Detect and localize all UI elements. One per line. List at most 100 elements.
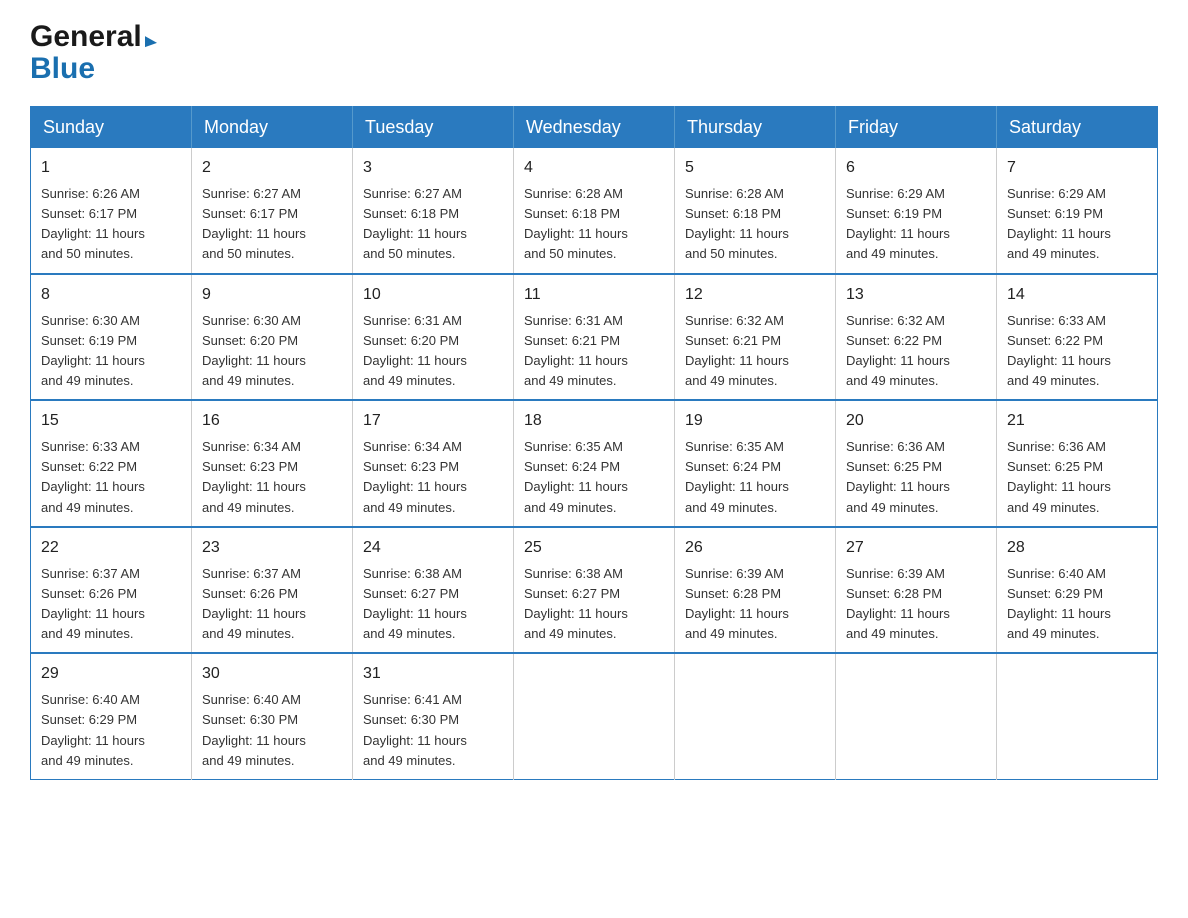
weekday-header-wednesday: Wednesday — [514, 107, 675, 149]
day-number: 25 — [524, 536, 664, 560]
calendar-cell: 31 Sunrise: 6:41 AMSunset: 6:30 PMDayligh… — [353, 653, 514, 779]
calendar-week-4: 22 Sunrise: 6:37 AMSunset: 6:26 PMDayligh… — [31, 527, 1158, 654]
day-info: Sunrise: 6:26 AMSunset: 6:17 PMDaylight:… — [41, 184, 181, 265]
calendar-cell: 28 Sunrise: 6:40 AMSunset: 6:29 PMDayligh… — [997, 527, 1158, 654]
day-info: Sunrise: 6:36 AMSunset: 6:25 PMDaylight:… — [1007, 437, 1147, 518]
calendar-cell: 9 Sunrise: 6:30 AMSunset: 6:20 PMDaylight… — [192, 274, 353, 401]
day-info: Sunrise: 6:40 AMSunset: 6:29 PMDaylight:… — [1007, 564, 1147, 645]
day-number: 31 — [363, 662, 503, 686]
calendar-cell: 21 Sunrise: 6:36 AMSunset: 6:25 PMDayligh… — [997, 400, 1158, 527]
day-number: 1 — [41, 156, 181, 180]
day-info: Sunrise: 6:41 AMSunset: 6:30 PMDaylight:… — [363, 690, 503, 771]
day-number: 12 — [685, 283, 825, 307]
calendar-cell: 2Sunrise: 6:27 AMSunset: 6:17 PMDaylight… — [192, 148, 353, 274]
weekday-header-friday: Friday — [836, 107, 997, 149]
logo-blue-text: Blue — [30, 52, 95, 86]
day-info: Sunrise: 6:27 AMSunset: 6:18 PMDaylight:… — [363, 184, 503, 265]
day-number: 2 — [202, 156, 342, 180]
day-info: Sunrise: 6:30 AMSunset: 6:20 PMDaylight:… — [202, 311, 342, 392]
day-info: Sunrise: 6:28 AMSunset: 6:18 PMDaylight:… — [685, 184, 825, 265]
day-info: Sunrise: 6:36 AMSunset: 6:25 PMDaylight:… — [846, 437, 986, 518]
weekday-header-monday: Monday — [192, 107, 353, 149]
day-info: Sunrise: 6:38 AMSunset: 6:27 PMDaylight:… — [363, 564, 503, 645]
day-info: Sunrise: 6:37 AMSunset: 6:26 PMDaylight:… — [41, 564, 181, 645]
day-info: Sunrise: 6:40 AMSunset: 6:29 PMDaylight:… — [41, 690, 181, 771]
day-number: 23 — [202, 536, 342, 560]
calendar-week-2: 8Sunrise: 6:30 AMSunset: 6:19 PMDaylight… — [31, 274, 1158, 401]
day-info: Sunrise: 6:38 AMSunset: 6:27 PMDaylight:… — [524, 564, 664, 645]
day-number: 14 — [1007, 283, 1147, 307]
calendar-cell: 19Sunrise: 6:35 AMSunset: 6:24 PMDayligh… — [675, 400, 836, 527]
calendar-cell: 7 Sunrise: 6:29 AMSunset: 6:19 PMDaylight… — [997, 148, 1158, 274]
day-info: Sunrise: 6:40 AMSunset: 6:30 PMDaylight:… — [202, 690, 342, 771]
calendar-cell: 24 Sunrise: 6:38 AMSunset: 6:27 PMDayligh… — [353, 527, 514, 654]
calendar-cell: 25 Sunrise: 6:38 AMSunset: 6:27 PMDayligh… — [514, 527, 675, 654]
calendar-cell: 26Sunrise: 6:39 AMSunset: 6:28 PMDayligh… — [675, 527, 836, 654]
day-number: 22 — [41, 536, 181, 560]
day-info: Sunrise: 6:39 AMSunset: 6:28 PMDaylight:… — [685, 564, 825, 645]
calendar-cell: 3 Sunrise: 6:27 AMSunset: 6:18 PMDaylight… — [353, 148, 514, 274]
calendar-cell: 17 Sunrise: 6:34 AMSunset: 6:23 PMDayligh… — [353, 400, 514, 527]
calendar-cell: 14 Sunrise: 6:33 AMSunset: 6:22 PMDayligh… — [997, 274, 1158, 401]
calendar-week-1: 1 Sunrise: 6:26 AMSunset: 6:17 PMDaylight… — [31, 148, 1158, 274]
weekday-header-thursday: Thursday — [675, 107, 836, 149]
calendar-cell: 23 Sunrise: 6:37 AMSunset: 6:26 PMDayligh… — [192, 527, 353, 654]
day-info: Sunrise: 6:32 AMSunset: 6:22 PMDaylight:… — [846, 311, 986, 392]
day-number: 27 — [846, 536, 986, 560]
calendar-cell: 27 Sunrise: 6:39 AMSunset: 6:28 PMDayligh… — [836, 527, 997, 654]
day-number: 17 — [363, 409, 503, 433]
calendar-cell: 22 Sunrise: 6:37 AMSunset: 6:26 PMDayligh… — [31, 527, 192, 654]
day-number: 6 — [846, 156, 986, 180]
calendar-table: SundayMondayTuesdayWednesdayThursdayFrid… — [30, 106, 1158, 780]
day-info: Sunrise: 6:39 AMSunset: 6:28 PMDaylight:… — [846, 564, 986, 645]
day-info: Sunrise: 6:34 AMSunset: 6:23 PMDaylight:… — [202, 437, 342, 518]
logo-arrow-icon — [145, 31, 157, 46]
day-number: 28 — [1007, 536, 1147, 560]
calendar-cell: 12Sunrise: 6:32 AMSunset: 6:21 PMDayligh… — [675, 274, 836, 401]
calendar-cell: 29 Sunrise: 6:40 AMSunset: 6:29 PMDayligh… — [31, 653, 192, 779]
day-info: Sunrise: 6:31 AMSunset: 6:20 PMDaylight:… — [363, 311, 503, 392]
day-number: 3 — [363, 156, 503, 180]
day-number: 10 — [363, 283, 503, 307]
calendar-cell — [836, 653, 997, 779]
day-number: 30 — [202, 662, 342, 686]
calendar-cell: 20Sunrise: 6:36 AMSunset: 6:25 PMDayligh… — [836, 400, 997, 527]
logo-general-text: General — [30, 20, 142, 54]
day-number: 24 — [363, 536, 503, 560]
calendar-week-5: 29 Sunrise: 6:40 AMSunset: 6:29 PMDayligh… — [31, 653, 1158, 779]
day-number: 18 — [524, 409, 664, 433]
calendar-cell: 30 Sunrise: 6:40 AMSunset: 6:30 PMDayligh… — [192, 653, 353, 779]
day-info: Sunrise: 6:34 AMSunset: 6:23 PMDaylight:… — [363, 437, 503, 518]
calendar-cell — [675, 653, 836, 779]
calendar-cell: 6 Sunrise: 6:29 AMSunset: 6:19 PMDaylight… — [836, 148, 997, 274]
calendar-cell: 15Sunrise: 6:33 AMSunset: 6:22 PMDayligh… — [31, 400, 192, 527]
weekday-header-sunday: Sunday — [31, 107, 192, 149]
day-info: Sunrise: 6:35 AMSunset: 6:24 PMDaylight:… — [524, 437, 664, 518]
day-info: Sunrise: 6:29 AMSunset: 6:19 PMDaylight:… — [1007, 184, 1147, 265]
day-info: Sunrise: 6:31 AMSunset: 6:21 PMDaylight:… — [524, 311, 664, 392]
day-info: Sunrise: 6:33 AMSunset: 6:22 PMDaylight:… — [41, 437, 181, 518]
day-number: 7 — [1007, 156, 1147, 180]
day-info: Sunrise: 6:37 AMSunset: 6:26 PMDaylight:… — [202, 564, 342, 645]
day-info: Sunrise: 6:35 AMSunset: 6:24 PMDaylight:… — [685, 437, 825, 518]
calendar-cell: 13 Sunrise: 6:32 AMSunset: 6:22 PMDayligh… — [836, 274, 997, 401]
day-number: 16 — [202, 409, 342, 433]
calendar-cell: 8Sunrise: 6:30 AMSunset: 6:19 PMDaylight… — [31, 274, 192, 401]
day-number: 13 — [846, 283, 986, 307]
day-number: 9 — [202, 283, 342, 307]
day-info: Sunrise: 6:28 AMSunset: 6:18 PMDaylight:… — [524, 184, 664, 265]
calendar-cell: 4 Sunrise: 6:28 AMSunset: 6:18 PMDaylight… — [514, 148, 675, 274]
page-header: General Blue — [30, 20, 1158, 86]
calendar-cell: 10 Sunrise: 6:31 AMSunset: 6:20 PMDayligh… — [353, 274, 514, 401]
calendar-week-3: 15Sunrise: 6:33 AMSunset: 6:22 PMDayligh… — [31, 400, 1158, 527]
day-number: 4 — [524, 156, 664, 180]
calendar-cell: 5Sunrise: 6:28 AMSunset: 6:18 PMDaylight… — [675, 148, 836, 274]
calendar-cell — [514, 653, 675, 779]
day-info: Sunrise: 6:33 AMSunset: 6:22 PMDaylight:… — [1007, 311, 1147, 392]
day-info: Sunrise: 6:29 AMSunset: 6:19 PMDaylight:… — [846, 184, 986, 265]
day-number: 21 — [1007, 409, 1147, 433]
logo: General Blue — [30, 20, 157, 86]
calendar-cell — [997, 653, 1158, 779]
day-number: 29 — [41, 662, 181, 686]
day-info: Sunrise: 6:30 AMSunset: 6:19 PMDaylight:… — [41, 311, 181, 392]
